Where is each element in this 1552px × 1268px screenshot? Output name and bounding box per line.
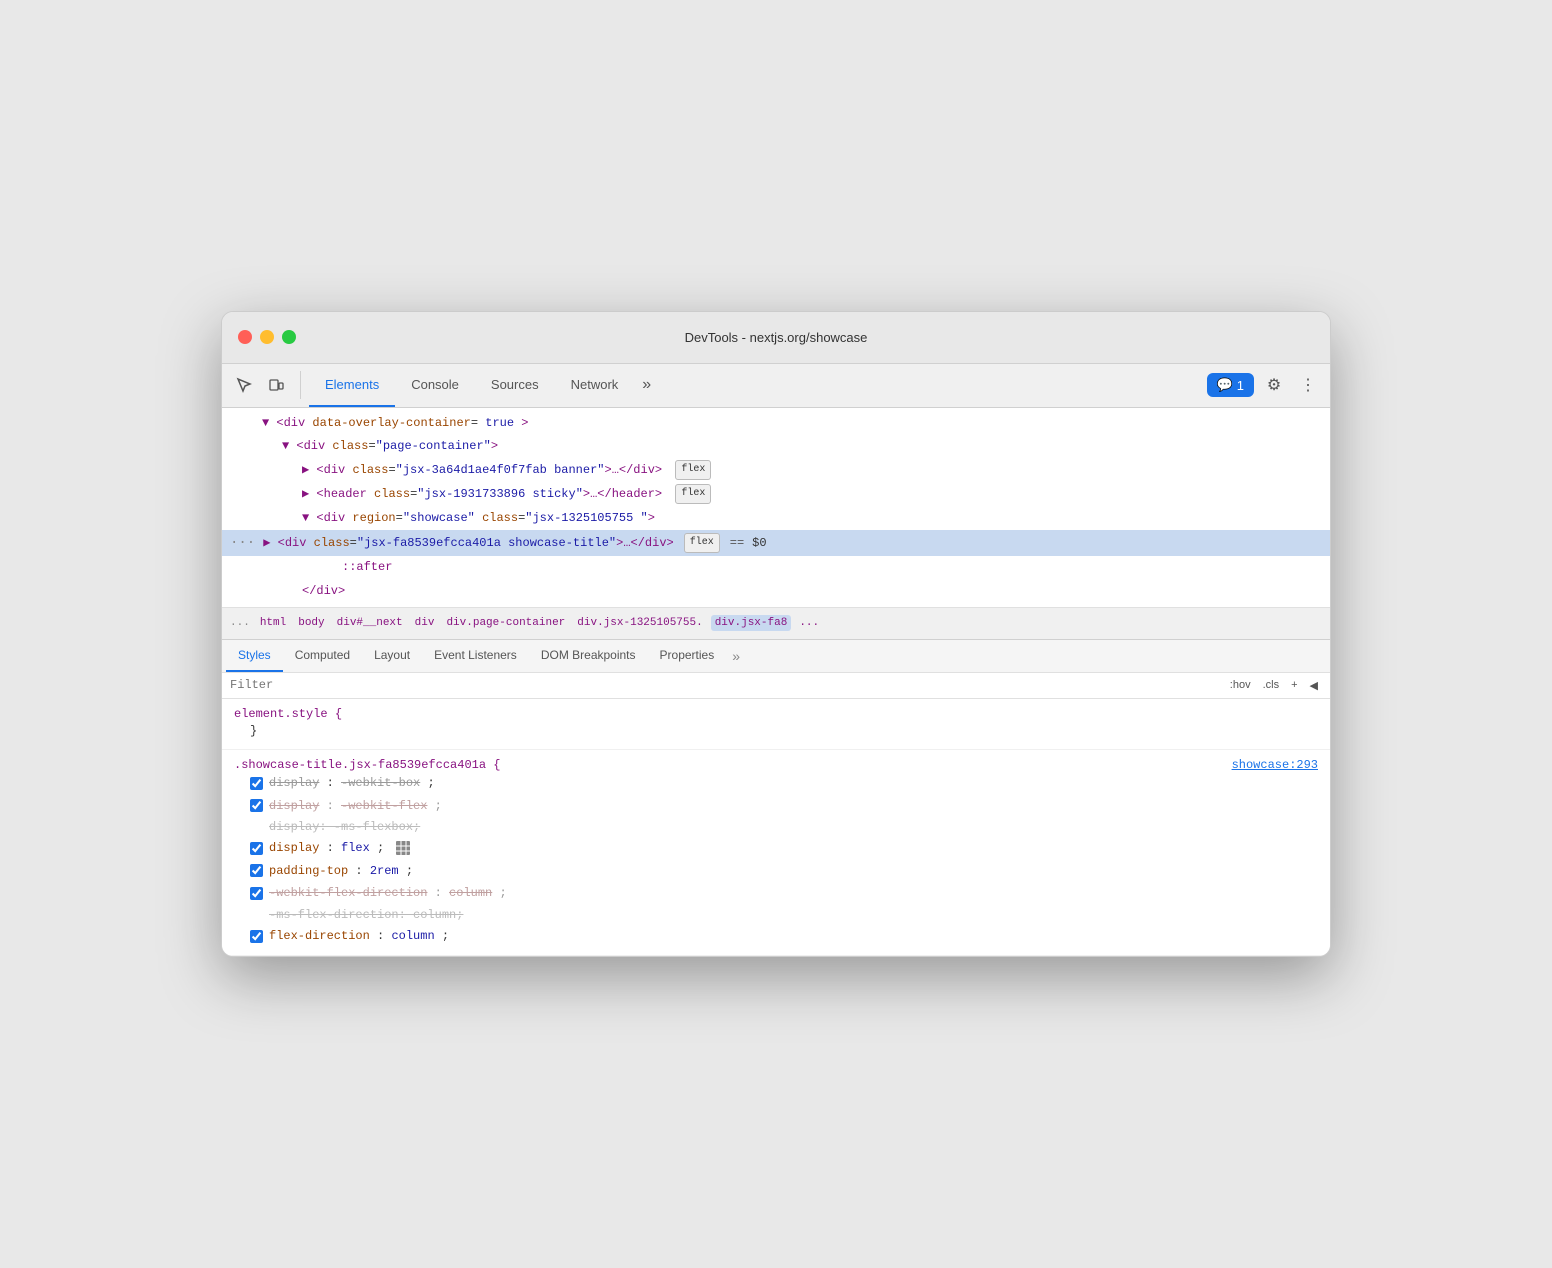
inspect-element-button[interactable] (230, 371, 258, 399)
html-line[interactable]: ::after (222, 556, 1330, 579)
css-rule-showcase-title: .showcase-title.jsx-fa8539efcca401a { sh… (222, 750, 1330, 956)
toolbar-right: 💬 1 ⚙ ⋮ (1207, 371, 1322, 399)
devtools-toolbar: Elements Console Sources Network » 💬 1 ⚙… (222, 364, 1330, 408)
titlebar: DevTools - nextjs.org/showcase (222, 312, 1330, 364)
css-property-line: display : -webkit-box ; (234, 772, 1318, 794)
styles-panel: Styles Computed Layout Event Listeners D… (222, 640, 1330, 957)
breadcrumb-item-more[interactable]: ... (795, 615, 823, 631)
styles-tabs-bar: Styles Computed Layout Event Listeners D… (222, 640, 1330, 673)
css-property-line: flex-direction : column ; (234, 925, 1318, 947)
breadcrumb-item-jsx1325[interactable]: div.jsx-1325105755. (573, 615, 706, 631)
breadcrumb-item-page-container[interactable]: div.page-container (442, 615, 569, 631)
flex-badge: flex (675, 484, 711, 504)
breadcrumb-item-div[interactable]: div (411, 615, 439, 631)
tab-properties[interactable]: Properties (648, 640, 727, 672)
css-property-line: display : flex ; (234, 837, 1318, 859)
css-property-line: padding-top : 2rem ; (234, 860, 1318, 882)
breadcrumb-item-next[interactable]: div#__next (333, 615, 407, 631)
css-prop-checkbox[interactable] (250, 799, 263, 812)
add-style-rule-button[interactable]: + (1287, 677, 1301, 693)
tab-layout[interactable]: Layout (362, 640, 422, 672)
breadcrumb-dots: ... (230, 617, 250, 629)
devtools-window: DevTools - nextjs.org/showcase Elements … (221, 311, 1331, 958)
breadcrumb-item-html[interactable]: html (256, 615, 290, 631)
settings-button[interactable]: ⚙ (1260, 371, 1288, 399)
css-close-brace: } (234, 721, 1318, 741)
css-prop-checkbox[interactable] (250, 887, 263, 900)
tab-console[interactable]: Console (395, 364, 475, 407)
css-source-link[interactable]: showcase:293 (1232, 758, 1318, 772)
html-line[interactable]: ▼ <div data-overlay-container= true > (222, 412, 1330, 435)
devtools-tabs: Elements Console Sources Network » (309, 364, 1207, 407)
filter-input[interactable] (230, 678, 1218, 692)
tab-elements[interactable]: Elements (309, 364, 395, 407)
filter-actions: :hov .cls + ◀ (1226, 677, 1322, 694)
css-rule-element-style: element.style { } (222, 699, 1330, 750)
flex-badge: flex (675, 460, 711, 480)
css-prop-checkbox[interactable] (250, 930, 263, 943)
html-line-selected[interactable]: ··· ▶ <div class="jsx-fa8539efcca401a sh… (222, 530, 1330, 556)
css-prop-checkbox[interactable] (250, 777, 263, 790)
issues-badge-button[interactable]: 💬 1 (1207, 373, 1254, 397)
hov-button[interactable]: :hov (1226, 677, 1255, 693)
css-selector-line: element.style { (234, 707, 1318, 721)
minimize-button[interactable] (260, 330, 274, 344)
breadcrumb-item-jsx-fa[interactable]: div.jsx-fa8 (711, 615, 792, 631)
tab-sources[interactable]: Sources (475, 364, 555, 407)
chat-icon: 💬 (1217, 377, 1233, 393)
tab-styles[interactable]: Styles (226, 640, 283, 672)
toggle-sidebar-button[interactable]: ◀ (1306, 677, 1322, 694)
breadcrumb: ... html body div#__next div div.page-co… (222, 608, 1330, 640)
css-property-line: display: -ms-flexbox; (234, 817, 1318, 837)
css-rule-header: .showcase-title.jsx-fa8539efcca401a { sh… (234, 758, 1318, 772)
tab-dom-breakpoints[interactable]: DOM Breakpoints (529, 640, 648, 672)
tag-text: ▼ <div data-overlay-container= true > (262, 416, 528, 430)
css-rules: element.style { } .showcase-title.jsx-fa… (222, 699, 1330, 957)
more-options-button[interactable]: ⋮ (1294, 371, 1322, 399)
html-line[interactable]: ▶ <header class="jsx-1931733896 sticky">… (222, 482, 1330, 506)
cls-button[interactable]: .cls (1259, 677, 1284, 693)
css-prop-checkbox[interactable] (250, 864, 263, 877)
dots-icon: ··· (230, 532, 255, 554)
elements-panel: ▼ <div data-overlay-container= true > ▼ … (222, 408, 1330, 608)
more-tabs-button[interactable]: » (634, 376, 659, 394)
close-button[interactable] (238, 330, 252, 344)
breadcrumb-item-body[interactable]: body (294, 615, 328, 631)
css-property-line: -webkit-flex-direction : column ; (234, 882, 1318, 904)
window-controls (238, 330, 296, 344)
css-prop-checkbox[interactable] (250, 842, 263, 855)
more-styles-tabs[interactable]: » (726, 648, 746, 664)
device-toolbar-button[interactable] (262, 371, 290, 399)
tab-network[interactable]: Network (555, 364, 635, 407)
equals-sign: == (730, 534, 744, 553)
html-line[interactable]: ▶ <div class="jsx-3a64d1ae4f0f7fab banne… (222, 458, 1330, 482)
dollar-zero: $0 (752, 534, 766, 553)
grid-icon[interactable] (395, 840, 411, 856)
css-property-line: display : -webkit-flex ; (234, 795, 1318, 817)
css-property-line: -ms-flex-direction: column; (234, 905, 1318, 925)
flex-badge: flex (684, 533, 720, 553)
maximize-button[interactable] (282, 330, 296, 344)
window-title: DevTools - nextjs.org/showcase (685, 330, 868, 345)
html-line[interactable]: ▼ <div class="page-container"> (222, 435, 1330, 458)
tab-computed[interactable]: Computed (283, 640, 362, 672)
tab-event-listeners[interactable]: Event Listeners (422, 640, 529, 672)
html-line[interactable]: ▼ <div region="showcase" class="jsx-1325… (222, 507, 1330, 530)
filter-bar: :hov .cls + ◀ (222, 673, 1330, 699)
toolbar-left-icons (230, 371, 301, 399)
html-line[interactable]: </div> (222, 580, 1330, 603)
